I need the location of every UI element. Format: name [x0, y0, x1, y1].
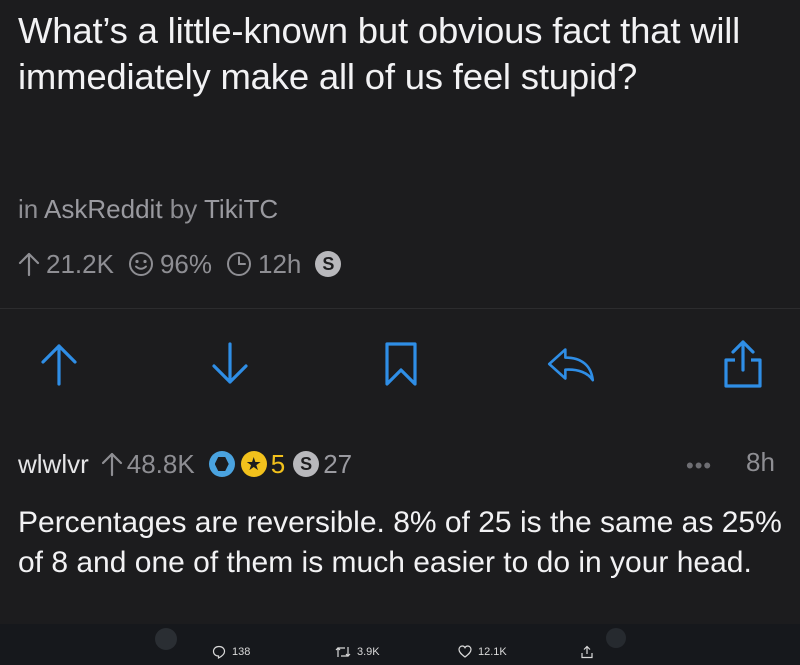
by-label: by	[169, 194, 198, 224]
heart-icon	[458, 645, 472, 658]
post-title[interactable]: What’s a little-known but obvious fact t…	[18, 8, 788, 100]
share-icon	[581, 645, 593, 659]
post-action-bar	[0, 308, 800, 420]
gold-award-count: 5	[270, 448, 286, 479]
save-button[interactable]	[376, 339, 426, 389]
tweet-reply-count: 138	[232, 646, 251, 658]
comment-score-value: 48.8K	[126, 448, 195, 479]
comment-age: 8h	[746, 447, 775, 477]
upvote-button[interactable]	[34, 339, 84, 389]
tweet-like-button[interactable]: 12.1K	[458, 645, 507, 658]
comment-meta: wlwlvr 48.8K ★ 5 S 27	[18, 447, 352, 481]
avatar	[155, 628, 177, 650]
reply-icon	[547, 348, 595, 382]
tweet-like-count: 12.1K	[478, 645, 507, 658]
post-age-value: 12h	[258, 248, 302, 279]
post-stats: 21.2K 96% 12h S	[18, 248, 342, 280]
clock-icon	[227, 252, 251, 276]
downvote-button[interactable]	[205, 339, 255, 389]
platinum-award-icon	[208, 451, 235, 477]
upvote-ratio-value: 96%	[159, 248, 212, 279]
post-byline: in AskReddit by TikiTC	[18, 194, 278, 225]
comment-author-link[interactable]: wlwlvr	[18, 449, 89, 480]
post-upvote-ratio: 96%	[128, 249, 212, 280]
post-age: 12h	[226, 249, 301, 280]
in-label: in	[18, 194, 39, 224]
smiley-icon	[128, 252, 153, 276]
silver-award-icon: S	[315, 251, 342, 277]
tweet-retweet-count: 3.9K	[357, 646, 380, 658]
tweet-retweet-button[interactable]: 3.9K	[335, 645, 380, 659]
avatar	[606, 628, 626, 648]
comment-score: 48.8K	[101, 449, 195, 480]
share-icon	[724, 340, 762, 388]
silver-award-icon: S	[293, 451, 320, 477]
downvote-icon	[212, 342, 248, 384]
arrow-up-icon	[18, 252, 40, 277]
more-options-icon[interactable]: •••	[686, 453, 712, 479]
comment-body: Percentages are reversible. 8% of 25 is …	[18, 506, 782, 579]
tweet-share-button[interactable]	[580, 645, 600, 659]
retweet-icon	[335, 647, 351, 657]
reply-button[interactable]	[546, 339, 596, 389]
post-score-value: 21.2K	[46, 248, 114, 279]
bookmark-icon	[385, 342, 417, 386]
share-button[interactable]	[718, 339, 768, 389]
arrow-up-icon	[101, 452, 122, 477]
post-score: 21.2K	[18, 249, 114, 280]
speech-bubble-icon	[212, 645, 226, 659]
post-author-link[interactable]: TikiTC	[204, 194, 278, 224]
top-comment: wlwlvr 48.8K ★ 5 S 27 ••• 8h Percentages…	[0, 419, 800, 631]
subreddit-link[interactable]: AskReddit	[44, 194, 163, 224]
tweet-action-bar: 138 3.9K 12.1K	[0, 624, 800, 665]
post-header: What’s a little-known but obvious fact t…	[0, 0, 800, 308]
silver-award-count: 27	[323, 448, 353, 479]
gold-award-icon: ★	[240, 451, 267, 477]
tweet-reply-button[interactable]: 138	[212, 645, 250, 659]
upvote-icon	[41, 344, 77, 386]
